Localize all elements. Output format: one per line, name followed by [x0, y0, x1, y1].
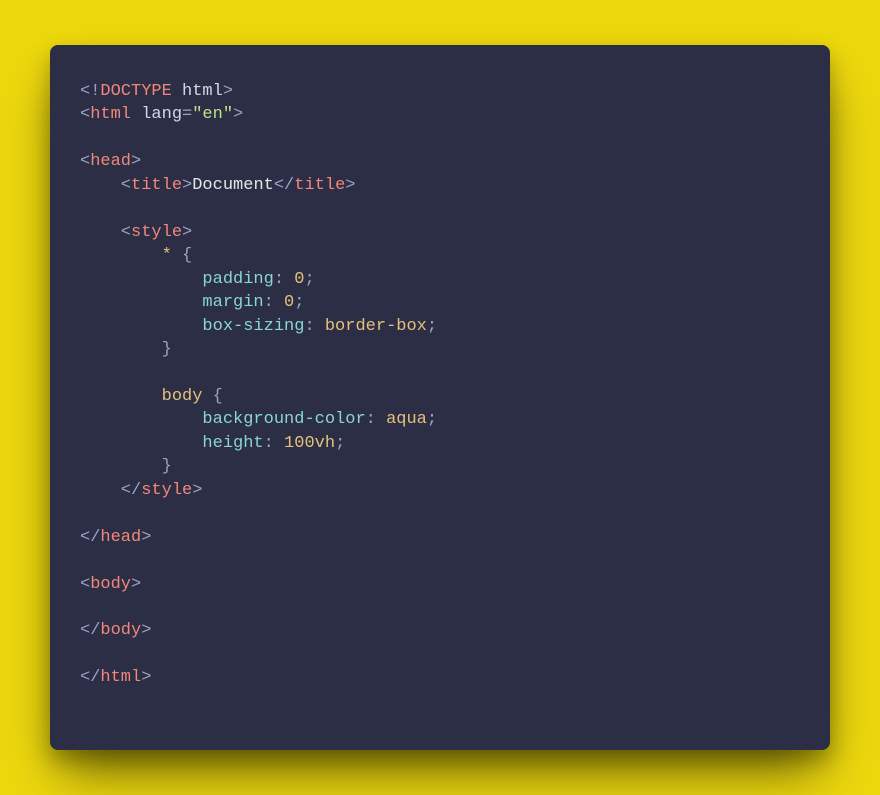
code-token: </ — [80, 481, 141, 500]
code-token: border-box — [325, 317, 427, 336]
code-token: 0 — [294, 270, 304, 289]
code-token — [80, 246, 162, 265]
code-token: title — [294, 176, 345, 195]
code-token: : — [274, 270, 294, 289]
code-token: margin — [202, 293, 263, 312]
code-token: : — [366, 410, 386, 429]
code-token: body — [90, 575, 131, 594]
code-line: </body> — [80, 621, 151, 640]
code-token: < — [80, 105, 90, 124]
code-token — [80, 434, 202, 453]
code-line: <!DOCTYPE html> — [80, 82, 233, 101]
code-line — [80, 504, 90, 523]
code-line: box-sizing: border-box; — [80, 317, 437, 336]
code-line: padding: 0; — [80, 270, 315, 289]
code-token: background-color — [202, 410, 365, 429]
code-token — [80, 317, 202, 336]
code-line — [80, 363, 90, 382]
code-token: html — [100, 668, 141, 687]
code-token: "en" — [192, 105, 233, 124]
code-token: : — [304, 317, 324, 336]
code-token: > — [182, 223, 192, 242]
code-line: height: 100vh; — [80, 434, 345, 453]
code-token: Document — [192, 176, 274, 195]
code-token: > — [131, 575, 141, 594]
code-token: { — [202, 387, 222, 406]
code-token: <! — [80, 82, 100, 101]
code-line: </style> — [80, 481, 202, 500]
code-token — [80, 410, 202, 429]
code-token: padding — [202, 270, 273, 289]
code-token: < — [80, 152, 90, 171]
code-token: lang — [141, 105, 182, 124]
code-line: <head> — [80, 152, 141, 171]
code-token: ; — [304, 270, 314, 289]
code-line: margin: 0; — [80, 293, 304, 312]
code-token: </ — [80, 528, 100, 547]
code-token: body — [100, 621, 141, 640]
code-token: style — [141, 481, 192, 500]
code-snippet-card: <!DOCTYPE html> <html lang="en"> <head> … — [50, 45, 830, 750]
code-token: : — [264, 293, 284, 312]
code-token — [80, 387, 162, 406]
code-token: height — [202, 434, 263, 453]
code-token: </ — [80, 668, 100, 687]
code-token: html — [90, 105, 141, 124]
code-line — [80, 551, 90, 570]
code-line: background-color: aqua; — [80, 410, 437, 429]
code-token: > — [141, 668, 151, 687]
code-token — [80, 293, 202, 312]
code-token: ; — [427, 410, 437, 429]
code-line: <style> — [80, 223, 192, 242]
code-line: body { — [80, 387, 223, 406]
code-token: title — [131, 176, 182, 195]
code-line: <title>Document</title> — [80, 176, 355, 195]
code-line: </head> — [80, 528, 151, 547]
code-line: <html lang="en"> — [80, 105, 243, 124]
code-block: <!DOCTYPE html> <html lang="en"> <head> … — [80, 80, 800, 690]
code-token: > — [141, 621, 151, 640]
code-token: DOCTYPE — [100, 82, 182, 101]
code-token: * — [162, 246, 172, 265]
code-token: html — [182, 82, 223, 101]
code-token: > — [131, 152, 141, 171]
code-line — [80, 645, 90, 664]
code-token: head — [90, 152, 131, 171]
code-line: } — [80, 457, 172, 476]
code-token: > — [223, 82, 233, 101]
code-token: > — [192, 481, 202, 500]
code-line: * { — [80, 246, 192, 265]
code-token: box-sizing — [202, 317, 304, 336]
code-token: > — [233, 105, 243, 124]
code-line — [80, 598, 90, 617]
code-token: ; — [427, 317, 437, 336]
code-token: > — [345, 176, 355, 195]
code-token: < — [80, 575, 90, 594]
code-token: = — [182, 105, 192, 124]
code-token: </ — [274, 176, 294, 195]
code-token: </ — [80, 621, 100, 640]
code-token: ; — [335, 434, 345, 453]
code-token: style — [131, 223, 182, 242]
code-token: > — [141, 528, 151, 547]
code-line — [80, 129, 90, 148]
code-token: body — [162, 387, 203, 406]
code-line: </html> — [80, 668, 151, 687]
code-token: < — [80, 223, 131, 242]
code-token: aqua — [386, 410, 427, 429]
code-token: ; — [294, 293, 304, 312]
code-token: < — [80, 176, 131, 195]
code-token: head — [100, 528, 141, 547]
code-token: { — [172, 246, 192, 265]
code-line: } — [80, 340, 172, 359]
code-token: : — [264, 434, 284, 453]
code-token: 0 — [284, 293, 294, 312]
code-token — [80, 270, 202, 289]
code-line — [80, 199, 90, 218]
code-token: } — [80, 340, 172, 359]
code-token: } — [80, 457, 172, 476]
code-line: <body> — [80, 575, 141, 594]
code-token: 100vh — [284, 434, 335, 453]
code-token: > — [182, 176, 192, 195]
